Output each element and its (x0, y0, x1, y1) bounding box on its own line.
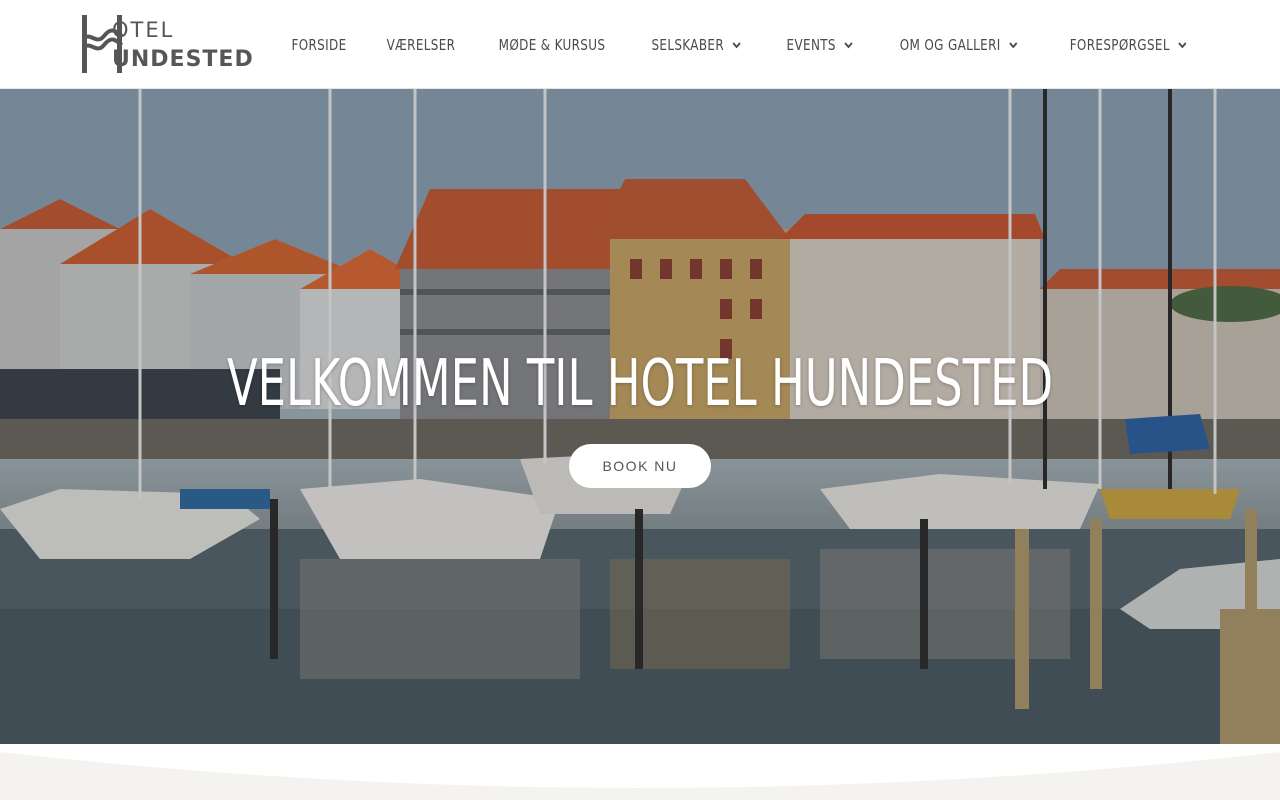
main-navigation: FORSIDE VÆRELSER MØDE & KURSUS SELSKABER… (272, 0, 1213, 89)
hero-title: VELKOMMEN TIL HOTEL HUNDESTED (226, 347, 1054, 421)
nav-item-events[interactable]: EVENTS (773, 0, 867, 89)
nav-item-vaerelser[interactable]: VÆRELSER (373, 0, 468, 89)
chevron-down-icon[interactable] (843, 38, 855, 52)
hero-banner: VELKOMMEN TIL HOTEL HUNDESTED BOOK NU (0, 89, 1280, 749)
nav-item-label: FORSIDE (290, 35, 347, 54)
nav-item-forside[interactable]: FORSIDE (278, 0, 359, 89)
hotel-logo[interactable]: OTEL UNDESTED (82, 14, 260, 74)
logo-bottom-text: UNDESTED (112, 47, 254, 72)
chevron-down-icon[interactable] (731, 38, 743, 52)
site-header: OTEL UNDESTED FORSIDE VÆRELSER MØDE & KU… (0, 0, 1280, 89)
nav-item-label: EVENTS (786, 35, 836, 54)
nav-item-label: MØDE & KURSUS (499, 35, 606, 54)
logo-top-text: OTEL (112, 18, 175, 42)
nav-item-label: VÆRELSER (386, 35, 455, 54)
nav-item-selskaber[interactable]: SELSKABER (639, 0, 756, 89)
book-now-button[interactable]: BOOK NU (569, 444, 711, 488)
chevron-down-icon[interactable] (1008, 38, 1020, 52)
nav-item-label: FORESPØRGSEL (1069, 35, 1170, 54)
nav-item-label: SELSKABER (651, 35, 725, 54)
nav-item-label: OM OG GALLERI (899, 35, 1001, 54)
nav-item-om-og-galleri[interactable]: OM OG GALLERI (887, 0, 1033, 89)
nav-item-moede-kursus[interactable]: MØDE & KURSUS (486, 0, 618, 89)
section-divider-curve (0, 744, 1280, 800)
nav-item-forespoergsel[interactable]: FORESPØRGSEL (1056, 0, 1201, 89)
chevron-down-icon[interactable] (1176, 38, 1188, 52)
